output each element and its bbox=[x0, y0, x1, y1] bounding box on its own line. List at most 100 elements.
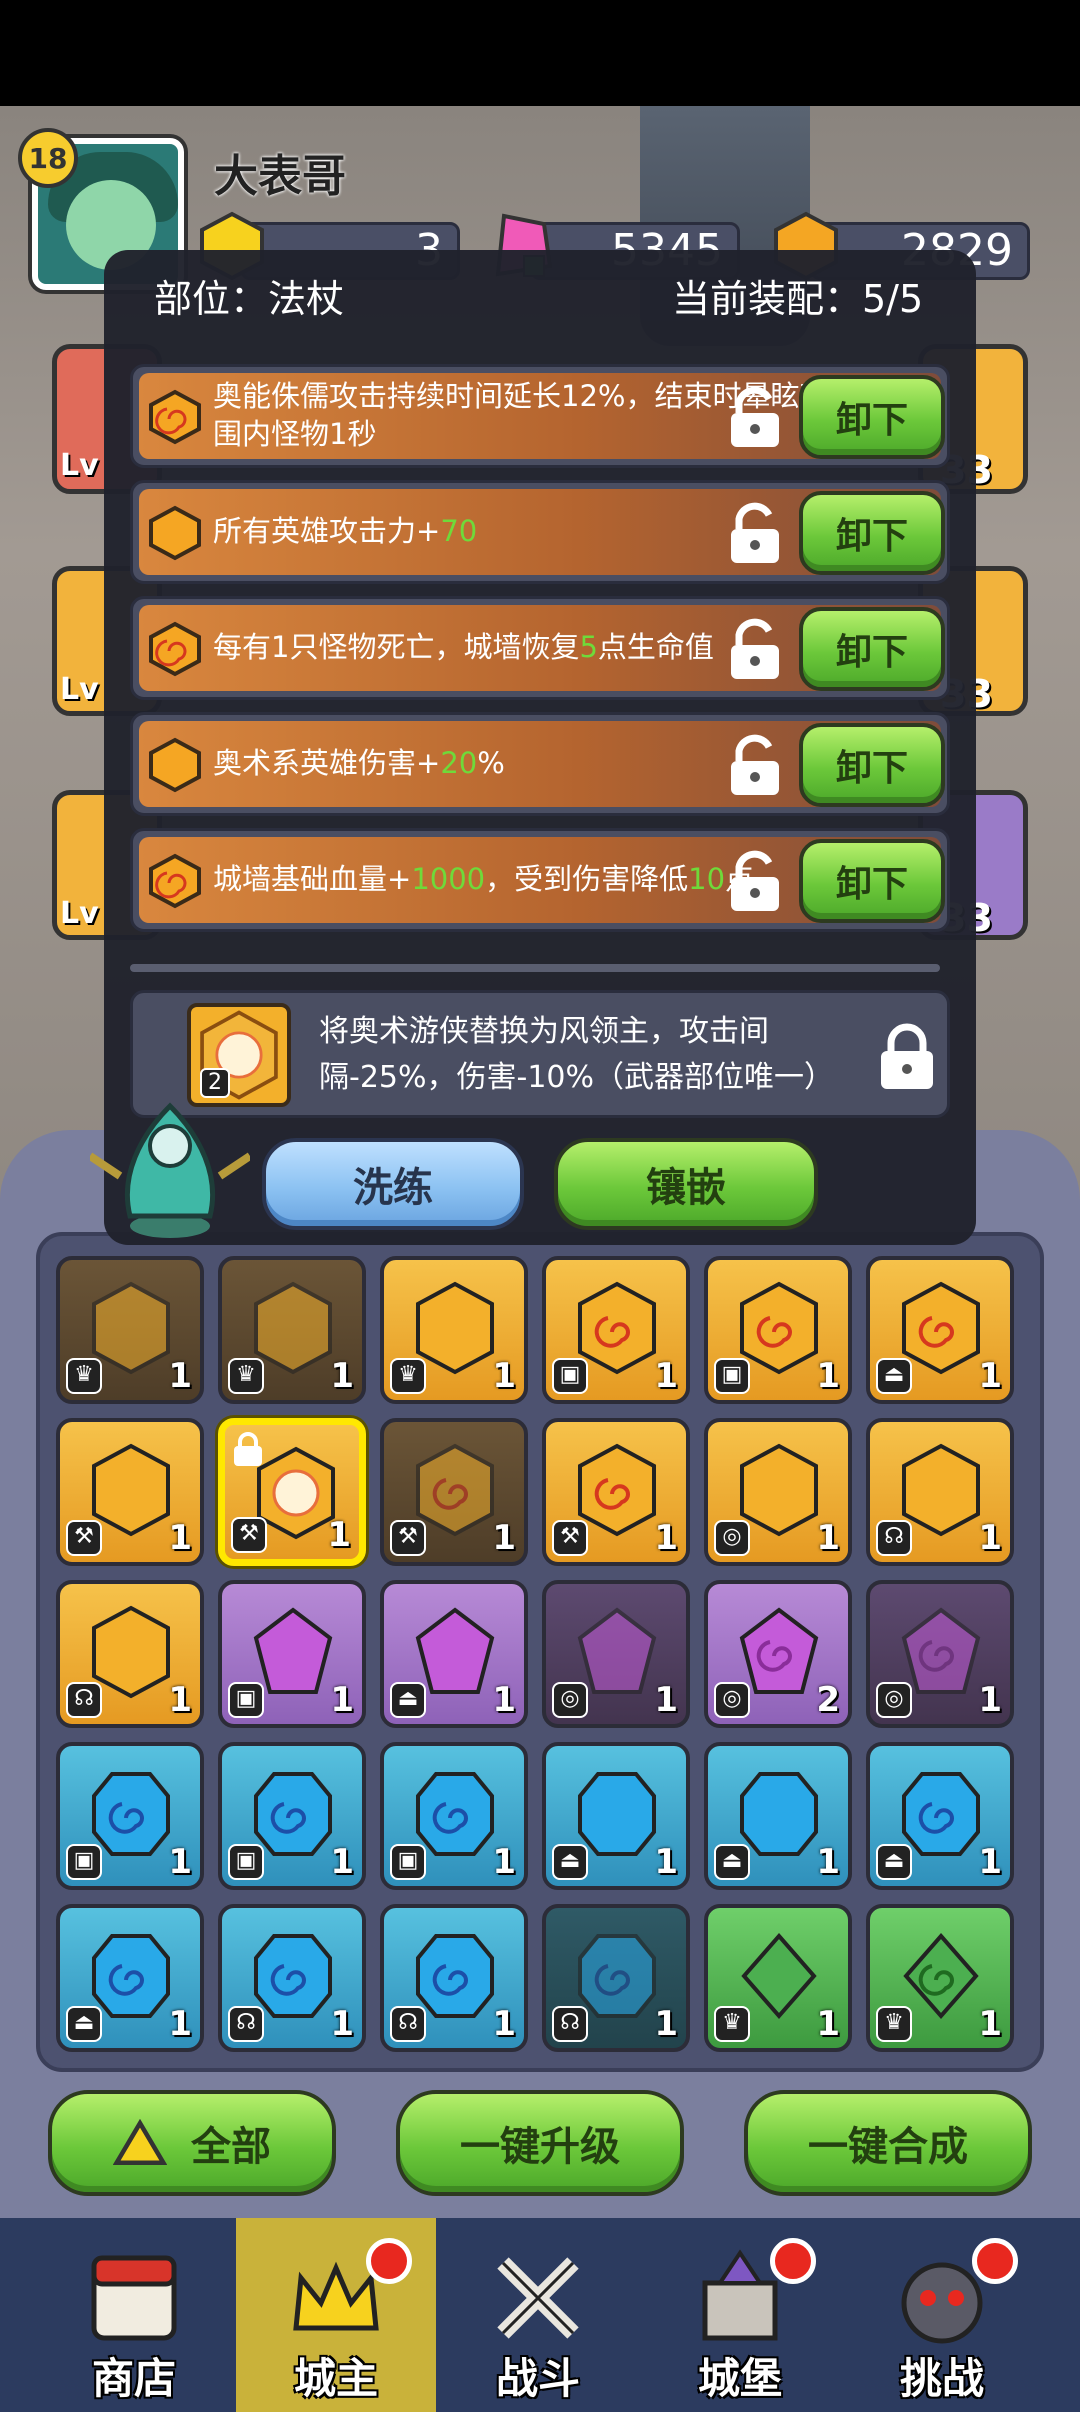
filter-all-button[interactable]: 全部 bbox=[48, 2090, 336, 2196]
gem-count: 1 bbox=[492, 1356, 516, 1396]
inlay-button[interactable]: 镶嵌 bbox=[554, 1138, 818, 1230]
gem-count: 1 bbox=[978, 1518, 1002, 1558]
blue-gem-slot[interactable]: ⏏ 1 bbox=[56, 1904, 204, 2052]
lock-icon[interactable] bbox=[875, 1021, 939, 1093]
filter-all-label: 全部 bbox=[191, 2124, 271, 2170]
green-gem-icon bbox=[903, 1932, 979, 2020]
effect-text-part: % bbox=[477, 746, 505, 780]
orange-gem-slot[interactable]: ▣ 1 bbox=[704, 1256, 852, 1404]
blue-gem-slot[interactable]: ▣ 1 bbox=[56, 1742, 204, 1890]
gem-count: 1 bbox=[327, 1515, 351, 1555]
blue-gem-slot[interactable]: ▣ 1 bbox=[218, 1742, 366, 1890]
refine-button[interactable]: 洗练 bbox=[262, 1138, 524, 1230]
nav-label: 城主 bbox=[293, 2354, 378, 2403]
orange-gem-icon bbox=[578, 1281, 656, 1375]
orange-gem-icon bbox=[149, 737, 201, 793]
unlock-icon[interactable] bbox=[723, 617, 787, 681]
gem-count: 1 bbox=[654, 1356, 678, 1396]
blue-gem-slot[interactable]: ☊ 1 bbox=[218, 1904, 366, 2052]
orange-gem-slot[interactable]: ⚒ 1 bbox=[542, 1418, 690, 1566]
orange-gem-slot[interactable]: ♛ 1 bbox=[380, 1256, 528, 1404]
effect-value: 5 bbox=[579, 630, 598, 664]
unequip-button[interactable]: 卸下 bbox=[799, 723, 945, 807]
blue-gem-slot[interactable]: ⏏ 1 bbox=[542, 1742, 690, 1890]
nav-label: 城堡 bbox=[697, 2354, 782, 2403]
orange-gem-icon bbox=[254, 1281, 332, 1375]
hero-level-prefix: Lv bbox=[60, 448, 99, 483]
unlock-icon[interactable] bbox=[723, 733, 787, 797]
blue-gem-slot[interactable]: ▣ 1 bbox=[380, 1742, 528, 1890]
orange-gem-slot[interactable]: ⚒ 1 bbox=[218, 1418, 366, 1566]
nav-item-crossed-swords[interactable]: 战斗 bbox=[438, 2218, 638, 2412]
purple-gem-slot[interactable]: ◎ 1 bbox=[542, 1580, 690, 1728]
unequip-button[interactable]: 卸下 bbox=[799, 607, 945, 691]
armor-slot-icon: ▣ bbox=[228, 1844, 264, 1880]
nav-item-castle[interactable]: 城堡 bbox=[640, 2218, 840, 2412]
green-gem-icon bbox=[741, 1932, 817, 2020]
staff-slot-icon: ⚒ bbox=[66, 1520, 102, 1556]
orange-gem-slot[interactable]: ☊ 1 bbox=[56, 1580, 204, 1728]
orange-gem-icon bbox=[149, 505, 201, 561]
effect-value: 70 bbox=[440, 514, 478, 548]
unlock-icon[interactable] bbox=[723, 849, 787, 913]
gem-count: 2 bbox=[816, 1680, 840, 1720]
ring-slot-icon: ◎ bbox=[876, 1682, 912, 1718]
orange-gem-slot[interactable]: ⚒ 1 bbox=[380, 1418, 528, 1566]
blue-gem-slot[interactable]: ⏏ 1 bbox=[704, 1742, 852, 1890]
blue-gem-slot[interactable]: ☊ 1 bbox=[542, 1904, 690, 2052]
unlock-icon[interactable] bbox=[723, 385, 787, 449]
gem-count: 1 bbox=[978, 1680, 1002, 1720]
effect-text-part: ，受到伤害降低 bbox=[485, 862, 689, 896]
orange-gem-slot[interactable]: ♛ 1 bbox=[56, 1256, 204, 1404]
green-gem-slot[interactable]: ♛ 1 bbox=[704, 1904, 852, 2052]
purple-gem-icon bbox=[901, 1607, 981, 1694]
purple-gem-slot[interactable]: ⏏ 1 bbox=[380, 1580, 528, 1728]
gem-count: 1 bbox=[168, 1518, 192, 1558]
merge-all-button[interactable]: 一键合成 bbox=[744, 2090, 1032, 2196]
blue-gem-icon bbox=[578, 1772, 656, 1856]
orange-gem-slot[interactable]: ⚒ 1 bbox=[56, 1418, 204, 1566]
armor-slot-icon: ▣ bbox=[714, 1358, 750, 1394]
gem-count: 1 bbox=[816, 1842, 840, 1882]
unequip-button[interactable]: 卸下 bbox=[799, 375, 945, 459]
gem-count: 1 bbox=[816, 1356, 840, 1396]
purple-gem-slot[interactable]: ◎ 1 bbox=[866, 1580, 1014, 1728]
orange-gem-icon bbox=[578, 1443, 656, 1537]
crown-slot-icon: ♛ bbox=[876, 2006, 912, 2042]
notification-dot bbox=[972, 2238, 1018, 2284]
nav-item-shop[interactable]: 商店 bbox=[34, 2218, 234, 2412]
upgrade-all-button[interactable]: 一键升级 bbox=[396, 2090, 684, 2196]
purple-gem-slot[interactable]: ◎ 2 bbox=[704, 1580, 852, 1728]
gem-count: 1 bbox=[492, 1680, 516, 1720]
gem-count: 1 bbox=[330, 2004, 354, 2044]
blue-gem-slot[interactable]: ☊ 1 bbox=[380, 1904, 528, 2052]
nav-item-crown[interactable]: 城主 bbox=[236, 2218, 436, 2412]
unequip-button[interactable]: 卸下 bbox=[799, 839, 945, 923]
gem-count: 1 bbox=[168, 2004, 192, 2044]
nav-item-demon[interactable]: 挑战 bbox=[842, 2218, 1042, 2412]
orange-gem-icon bbox=[92, 1443, 170, 1537]
effect-text-part: 点生命值 bbox=[597, 630, 714, 664]
purple-gem-slot[interactable]: ▣ 1 bbox=[218, 1580, 366, 1728]
effect-value: 10 bbox=[688, 862, 726, 896]
unlock-icon[interactable] bbox=[723, 501, 787, 565]
green-gem-slot[interactable]: ♛ 1 bbox=[866, 1904, 1014, 2052]
orange-gem-icon bbox=[416, 1281, 494, 1375]
armor-slot-icon: ▣ bbox=[228, 1682, 264, 1718]
crown-slot-icon: ♛ bbox=[228, 1358, 264, 1394]
effect-text-part: 所有英雄攻击力+ bbox=[213, 514, 441, 548]
orange-gem-slot[interactable]: ▣ 1 bbox=[542, 1256, 690, 1404]
gem-count: 1 bbox=[168, 1842, 192, 1882]
orange-gem-slot[interactable]: ⏏ 1 bbox=[866, 1256, 1014, 1404]
staff-slot-icon: ⚒ bbox=[390, 1520, 426, 1556]
orange-gem-slot[interactable]: ♛ 1 bbox=[218, 1256, 366, 1404]
special-gem-description: 将奥术游侠替换为风领主，攻击间隔-25%，伤害-10%（武器部位唯一） bbox=[319, 1014, 835, 1095]
orange-gem-slot[interactable]: ◎ 1 bbox=[704, 1418, 852, 1566]
armor-slot-icon: ▣ bbox=[390, 1844, 426, 1880]
blue-gem-slot[interactable]: ⏏ 1 bbox=[866, 1742, 1014, 1890]
orange-gem-slot[interactable]: ☊ 1 bbox=[866, 1418, 1014, 1566]
hero-level-prefix: Lv bbox=[60, 672, 99, 707]
unequip-button[interactable]: 卸下 bbox=[799, 491, 945, 575]
nav-label: 挑战 bbox=[899, 2354, 984, 2403]
equipped-gem-row: 每有1只怪物死亡，城墙恢复5点生命值 卸下 bbox=[130, 596, 950, 700]
